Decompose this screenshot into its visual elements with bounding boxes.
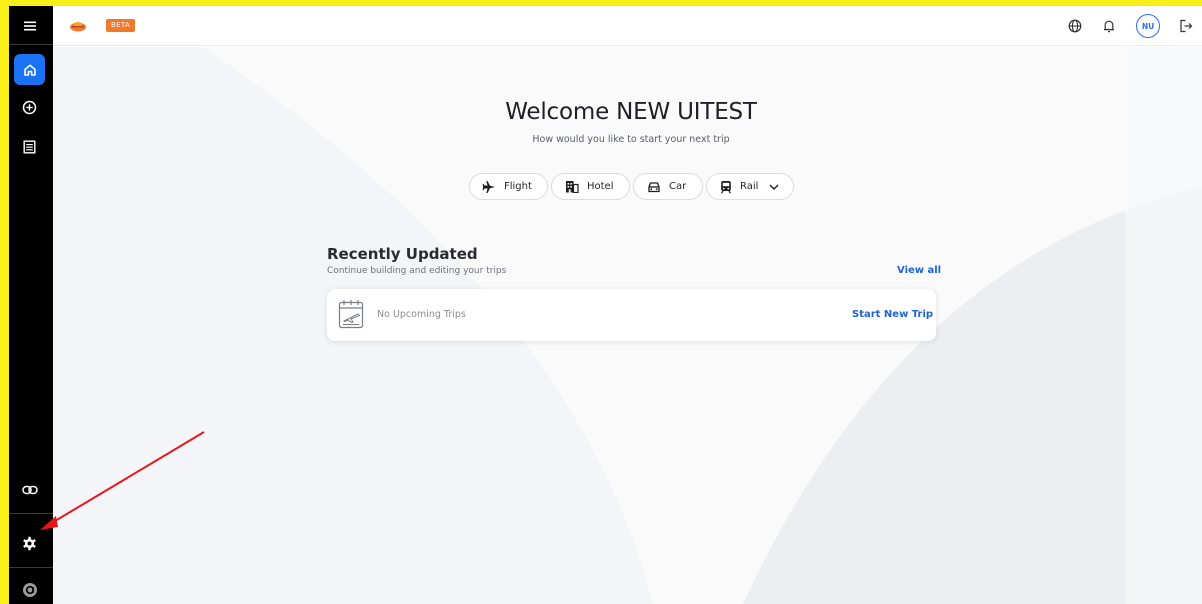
- airplane-icon: [482, 180, 495, 193]
- sidebar-item-settings[interactable]: [14, 528, 45, 559]
- link-icon: [21, 485, 38, 494]
- sidebar: [9, 6, 53, 604]
- mode-hotel-button[interactable]: Hotel: [551, 173, 630, 200]
- notifications-button[interactable]: [1100, 17, 1118, 35]
- screenshot-frame-top: [0, 0, 1202, 6]
- recently-updated-title: Recently Updated: [327, 245, 478, 263]
- mode-label: Rail: [740, 181, 759, 192]
- train-icon: [721, 180, 731, 194]
- top-header: BETA NU: [53, 6, 1202, 46]
- sidebar-divider: [9, 513, 53, 514]
- sidebar-divider: [9, 567, 53, 568]
- settings-icon: [23, 536, 36, 551]
- app-logo[interactable]: [69, 18, 87, 37]
- user-profile-icon: [22, 582, 37, 597]
- sidebar-item-links[interactable]: [14, 474, 45, 505]
- car-icon: [648, 181, 660, 192]
- sidebar-item-profile[interactable]: [14, 574, 45, 604]
- start-new-trip-link[interactable]: Start New Trip: [852, 309, 933, 320]
- mode-rail-dropdown[interactable]: Rail: [706, 173, 794, 200]
- menu-button[interactable]: [14, 10, 45, 41]
- beta-badge: BETA: [106, 19, 135, 32]
- screenshot-frame-left: [0, 0, 9, 604]
- mode-car-button[interactable]: Car: [633, 173, 703, 200]
- mode-label: Flight: [504, 181, 532, 192]
- no-upcoming-trips-text: No Upcoming Trips: [377, 309, 466, 320]
- hotel-icon: [566, 181, 579, 193]
- sidebar-item-trips-list[interactable]: [14, 131, 45, 162]
- recently-updated-subtitle: Continue building and editing your trips: [327, 266, 507, 276]
- chevron-down-icon: [769, 184, 779, 190]
- upcoming-trips-card: No Upcoming Trips Start New Trip: [327, 289, 936, 341]
- mode-label: Hotel: [587, 181, 614, 192]
- main-content: Welcome NEW UITEST How would you like to…: [53, 47, 1202, 604]
- welcome-title: Welcome NEW UITEST: [505, 99, 757, 125]
- calendar-flight-icon: [338, 300, 364, 329]
- mode-flight-button[interactable]: Flight: [469, 173, 548, 200]
- bell-icon: [1104, 20, 1114, 33]
- mode-label: Car: [669, 181, 687, 192]
- language-button[interactable]: [1066, 17, 1084, 35]
- logo-icon: [70, 22, 86, 32]
- sidebar-item-home[interactable]: [14, 54, 45, 85]
- view-all-link[interactable]: View all: [897, 265, 941, 276]
- sidebar-item-new-trip[interactable]: [14, 92, 45, 123]
- sidebar-divider: [9, 44, 53, 45]
- home-icon: [23, 63, 36, 76]
- user-avatar[interactable]: NU: [1136, 14, 1160, 38]
- list-icon: [23, 140, 36, 154]
- welcome-subtitle: How would you like to start your next tr…: [532, 134, 730, 145]
- add-circle-icon: [22, 100, 37, 115]
- logout-icon: [1180, 19, 1193, 33]
- logout-button[interactable]: [1177, 17, 1195, 35]
- globe-icon: [1068, 19, 1082, 33]
- menu-icon: [23, 21, 36, 30]
